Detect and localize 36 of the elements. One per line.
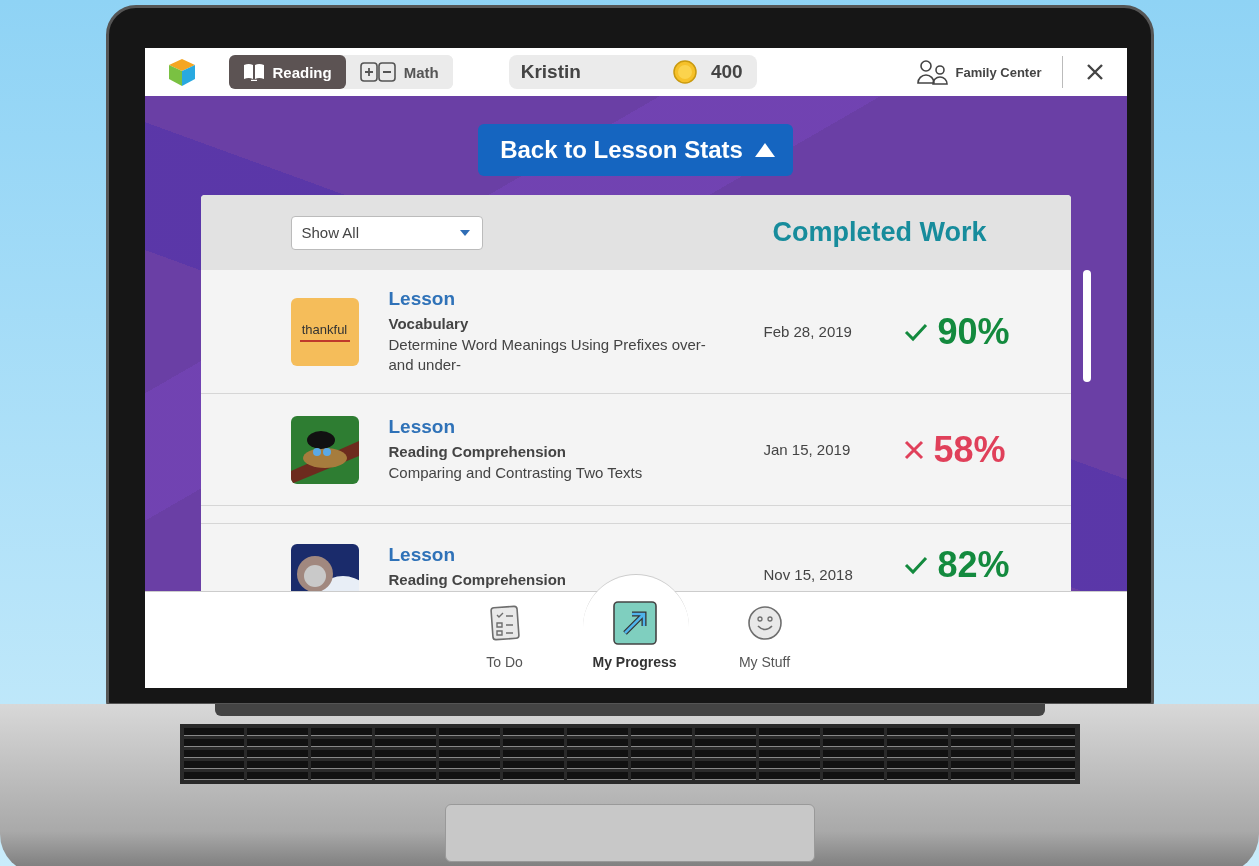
subject-tab[interactable]: Reading xyxy=(228,55,346,89)
coin-count: 400 xyxy=(711,61,743,83)
lesson-type: Lesson xyxy=(388,544,457,566)
smiley-icon xyxy=(746,605,783,641)
up-triangle-icon xyxy=(754,143,775,157)
scrollbar-thumb[interactable] xyxy=(1082,270,1091,382)
score: 58% xyxy=(933,428,1006,471)
lesson-description: Determine Word Meanings Using Prefixes over- and under- xyxy=(388,335,707,375)
lesson-date: Feb 28, 2019 xyxy=(763,323,853,340)
cube-logo-icon xyxy=(166,57,197,87)
checklist-icon xyxy=(489,605,520,641)
book-icon xyxy=(242,63,265,81)
panel-title: Completed Work xyxy=(772,217,987,248)
nav-tab[interactable]: My Stuff xyxy=(714,600,815,670)
filter-dropdown[interactable]: Show All xyxy=(290,215,483,250)
back-to-lesson-stats-button[interactable]: Back to Lesson Stats xyxy=(478,124,793,176)
lesson-date: Nov 15, 2018 xyxy=(763,566,854,583)
coin-icon xyxy=(673,60,697,84)
plus-minus-icon xyxy=(359,62,396,82)
nav-tab[interactable]: My Progress xyxy=(584,600,685,670)
lesson-date: Jan 15, 2019 xyxy=(763,441,852,458)
lesson-subject: Vocabulary xyxy=(388,315,470,332)
score: 82% xyxy=(937,544,1010,586)
lesson-type: Lesson xyxy=(388,416,457,438)
filter-value: Show All xyxy=(301,224,360,241)
score: 90% xyxy=(937,310,1010,353)
lesson-type: Lesson xyxy=(388,288,457,310)
lesson-subject: Reading Comprehension xyxy=(388,443,568,460)
thumbnail-word: thankful xyxy=(301,321,348,337)
people-icon xyxy=(915,59,950,85)
caret-icon xyxy=(459,229,470,236)
nav-tab[interactable]: To Do xyxy=(454,600,555,670)
lesson-description: Comparing and Contrasting Two Texts xyxy=(388,463,644,483)
family-center-button[interactable]: Family Center xyxy=(915,59,1042,85)
student-name: Kristin xyxy=(520,61,581,83)
lesson-subject: Reading Comprehension xyxy=(388,571,568,588)
